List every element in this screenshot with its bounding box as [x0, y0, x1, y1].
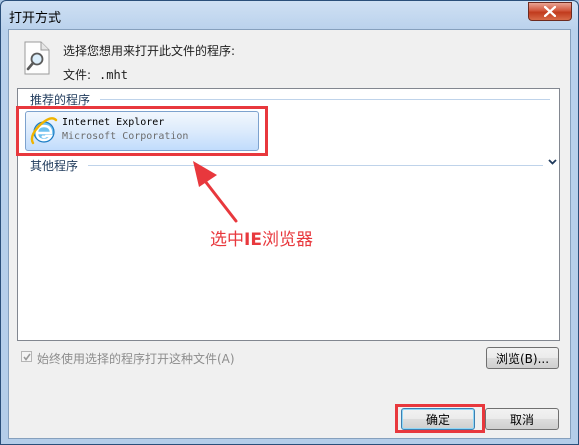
annotation-arrow-icon [193, 161, 238, 223]
group-divider [100, 99, 550, 100]
annotation-text: 选中IE浏览器 [210, 225, 313, 250]
always-use-checkbox[interactable] [21, 351, 32, 362]
cancel-button[interactable]: 取消 [485, 408, 559, 430]
checkmark-icon [23, 353, 31, 361]
file-name: .mht [99, 68, 128, 82]
file-label: 文件: [63, 68, 92, 82]
ok-highlight-box [395, 404, 485, 433]
annotation-suffix: 浏览器 [261, 230, 313, 250]
document-search-icon [24, 41, 50, 75]
annotation-prefix: 选中 [210, 230, 244, 250]
group-divider [88, 165, 543, 166]
file-line: 文件: .mht [63, 66, 128, 83]
always-use-label: 始终使用选择的程序打开这种文件(A) [37, 352, 235, 366]
close-icon [544, 6, 556, 17]
annotation-bold: IE [244, 230, 262, 250]
window-title: 打开方式 [9, 11, 62, 26]
open-with-dialog: 打开方式 选择您想用来打开此文件的程序: 文件: .mht 推荐的程序 Inte… [0, 0, 579, 445]
ie-highlight-box [16, 106, 268, 156]
chevron-down-icon[interactable] [548, 158, 557, 166]
browse-button[interactable]: 浏览(B)... [486, 347, 559, 369]
other-group-header[interactable]: 其他程序 [30, 157, 78, 174]
prompt-text: 选择您想用来打开此文件的程序: [63, 44, 236, 58]
close-button[interactable] [528, 2, 572, 21]
